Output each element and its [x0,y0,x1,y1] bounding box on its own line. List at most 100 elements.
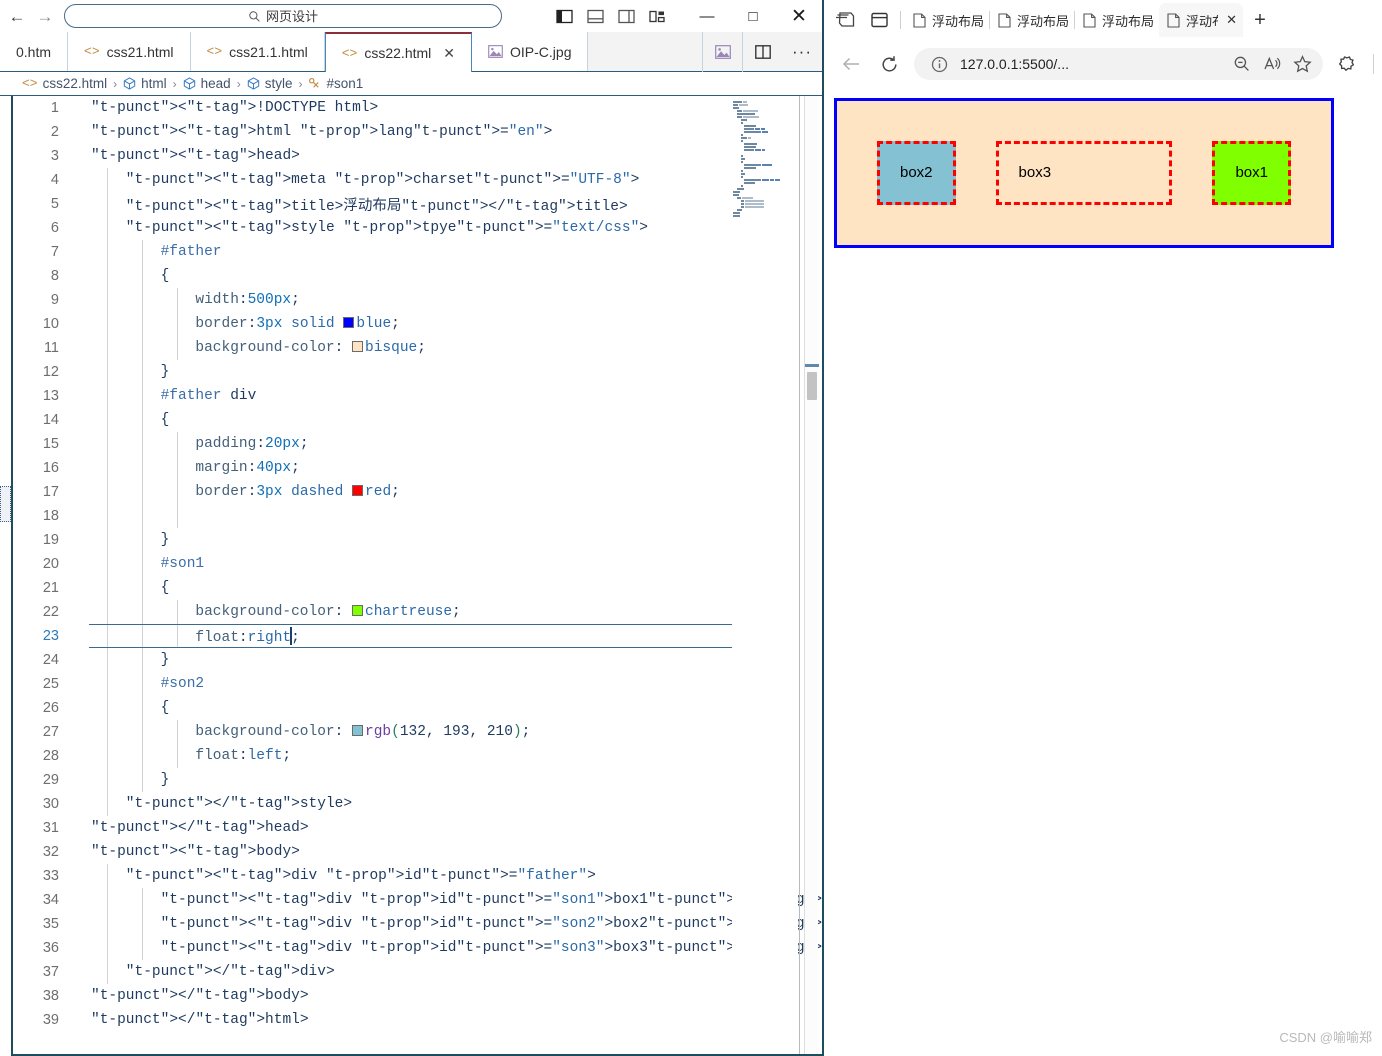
code-line-24[interactable]: 24} [13,648,822,672]
tab-close-icon[interactable]: ✕ [1226,12,1237,28]
code-line-13[interactable]: 13 #father div [13,384,822,408]
code-line-3[interactable]: 3 "t-punct"><"t-tag">head> [13,144,822,168]
breadcrumb-item-html[interactable]: html [123,76,167,91]
code-line-11[interactable]: 11 background-color: bisque; [13,336,822,360]
star-icon[interactable] [1287,51,1317,77]
scrollbar-thumb[interactable] [807,372,817,400]
refresh-icon[interactable] [870,48,908,80]
editor-tab-0htm[interactable]: 0.htm [0,32,69,71]
color-swatch[interactable] [352,725,364,736]
line-number: 1 [50,100,59,116]
code-line-12[interactable]: 12} [13,360,822,384]
toggle-primary-sidebar-icon[interactable] [556,9,573,24]
minimize-button[interactable]: — [684,0,730,32]
code-line-25[interactable]: 25 #son2 [13,672,822,696]
maximize-button[interactable]: □ [730,0,776,32]
breadcrumb-item-head[interactable]: head [183,76,231,91]
code-line-7[interactable]: 7 #father [13,240,822,264]
editor-scrollbar[interactable] [804,96,819,1056]
image-preview-icon[interactable] [702,31,742,72]
forward-arrow-icon[interactable]: → [36,7,54,25]
browser-toolbar: 127.0.0.1:5500/... [824,40,1382,88]
tab-close-icon[interactable]: ✕ [443,45,455,62]
code-line-6[interactable]: 6 "t-punct"><"t-tag">style "t-prop">tpye"… [13,216,822,240]
browser-tab-title: 浮动布局 [1186,13,1218,29]
code-line-2[interactable]: 2 "t-punct"><"t-tag">html "t-prop">lang"t… [13,120,822,144]
code-line-23[interactable]: 23 float:right; [13,624,822,648]
back-arrow-icon[interactable]: ← [8,7,26,25]
browser-tab-1[interactable]: 浮动布局 [905,3,989,37]
breadcrumb-separator: › [236,76,241,91]
editor-tab-oipc-jpg[interactable]: OIP-C.jpg [472,32,589,71]
code-line-27[interactable]: 27 background-color: rgb(132, 193, 210); [13,720,822,744]
code-line-31[interactable]: 31 "t-punct"></"t-tag">head> [13,816,822,840]
code-line-30[interactable]: 30 "t-punct"></"t-tag">style> [13,792,822,816]
code-line-39[interactable]: 39 "t-punct"></"t-tag">html> [13,1008,822,1032]
breadcrumb-item-file[interactable]: <> css22.html [22,76,107,91]
toggle-secondary-sidebar-icon[interactable] [618,9,635,24]
code-editor[interactable]: 1 "t-punct"><"t-tag">!DOCTYPE html> 2 "t-pu… [13,96,822,1056]
more-actions-icon[interactable]: ··· [782,32,822,72]
workspaces-icon[interactable] [828,3,862,37]
toggle-panel-icon[interactable] [587,9,604,24]
editor-tab-css22-active[interactable]: <> css22.html ✕ [324,32,473,72]
new-tab-button[interactable]: + [1243,3,1277,37]
breadcrumb-item-style[interactable]: style [247,76,292,91]
address-bar[interactable]: 127.0.0.1:5500/... [914,48,1323,80]
editor-tab-css21-1[interactable]: <> css21.1.html [190,32,325,71]
code-line-38[interactable]: 38 "t-punct"></"t-tag">body> [13,984,822,1008]
color-swatch[interactable] [352,485,364,496]
code-line-36[interactable]: 36 "t-punct"><"t-tag">div "t-prop">id"t-p… [13,936,822,960]
line-number: 5 [50,196,59,212]
code-line-17[interactable]: 17 border:3px dashed red; [13,480,822,504]
close-button[interactable]: ✕ [776,0,822,32]
command-search-box[interactable]: 网页设计 [64,4,502,28]
code-line-22[interactable]: 22 background-color: chartreuse; [13,600,822,624]
color-swatch[interactable] [343,317,355,328]
code-line-8[interactable]: 8{ [13,264,822,288]
zoom-out-icon[interactable] [1227,51,1257,77]
code-line-10[interactable]: 10 border:3px solid blue; [13,312,822,336]
code-line-4[interactable]: 4 "t-punct"><"t-tag">meta "t-prop">charse… [13,168,822,192]
back-arrow-icon[interactable] [832,48,870,80]
code-line-21[interactable]: 21 { [13,576,822,600]
read-aloud-icon[interactable] [1257,51,1287,77]
info-circle-icon[interactable] [924,51,954,77]
code-line-16[interactable]: 16 margin:40px; [13,456,822,480]
code-icon: <> [22,76,38,91]
code-line-37[interactable]: 37 "t-punct"></"t-tag">div> [13,960,822,984]
editor-tab-css21[interactable]: <> css21.html [68,32,191,71]
extensions-icon[interactable] [1329,48,1367,80]
browser-tab-3[interactable]: 浮动布局 [1075,3,1159,37]
minimap[interactable] [732,96,798,1056]
code-line-14[interactable]: 14 { [13,408,822,432]
code-line-35[interactable]: 35 "t-punct"><"t-tag">div "t-prop">id"t-p… [13,912,822,936]
code-line-19[interactable]: 19} [13,528,822,552]
code-line-20[interactable]: 20 #son1 [13,552,822,576]
code-line-33[interactable]: 33 "t-punct"><"t-tag">div "t-prop">id"t-p… [13,864,822,888]
code-icon: <> [84,44,100,59]
code-line-32[interactable]: 32 "t-punct"><"t-tag">body> [13,840,822,864]
customize-layout-icon[interactable] [649,9,666,24]
code-line-1[interactable]: 1 "t-punct"><"t-tag">!DOCTYPE html> [13,96,822,120]
line-text: } [160,652,170,668]
minimap-border [799,96,800,1056]
color-swatch[interactable] [352,605,364,616]
code-line-9[interactable]: 9 width:500px; [13,288,822,312]
browser-tab-2[interactable]: 浮动布局 [990,3,1074,37]
split-editor-icon[interactable] [742,31,782,72]
code-line-15[interactable]: 15 padding:20px; [13,432,822,456]
browser-tab-4-active[interactable]: 浮动布局 ✕ [1159,3,1243,37]
breadcrumb-item-son1[interactable]: #son1 [308,76,363,91]
code-line-28[interactable]: 28 float:left; [13,744,822,768]
code-line-26[interactable]: 26 { [13,696,822,720]
code-line-29[interactable]: 29} [13,768,822,792]
code-line-34[interactable]: 34 "t-punct"><"t-tag">div "t-prop">id"t-p… [13,888,822,912]
tab-actions-icon[interactable] [862,3,896,37]
line-number: 35 [42,916,59,932]
sidebar-drag-handle[interactable] [0,486,11,522]
color-swatch[interactable] [352,341,364,352]
code-line-18[interactable]: 18 [13,504,822,528]
watermark: CSDN @喻喻郑 [1279,1030,1372,1045]
code-line-5[interactable]: 5 "t-punct"><"t-tag">title>浮动布局"t-punct">… [13,192,822,216]
